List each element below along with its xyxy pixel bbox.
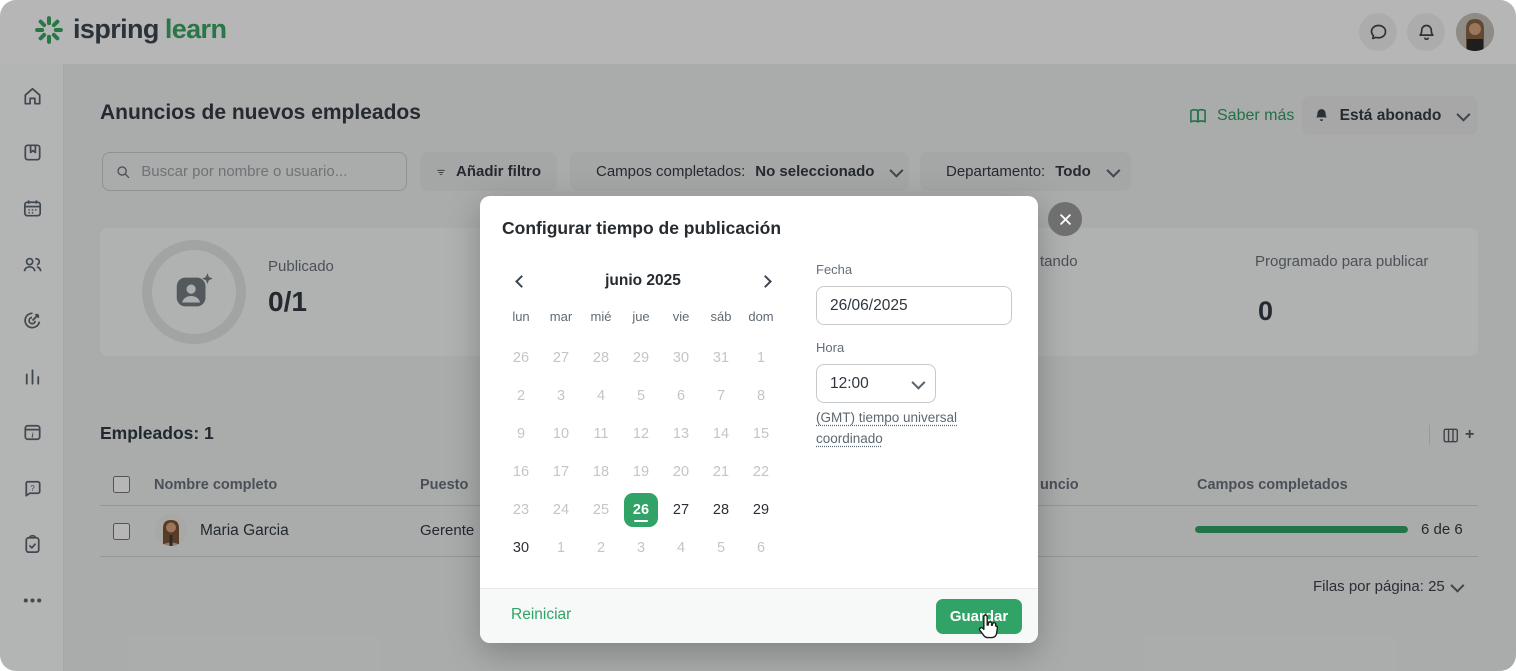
- time-field-label: Hora: [816, 340, 844, 355]
- weekday-label: dom: [741, 302, 781, 330]
- calendar-day[interactable]: 3: [621, 529, 661, 567]
- calendar-day[interactable]: 1: [541, 529, 581, 567]
- calendar-day[interactable]: 26: [501, 339, 541, 377]
- publish-time-modal: Configurar tiempo de publicación junio 2…: [480, 196, 1038, 643]
- calendar-day[interactable]: 6: [741, 529, 781, 567]
- calendar-day[interactable]: 29: [741, 491, 781, 529]
- calendar-day[interactable]: 17: [541, 453, 581, 491]
- reset-link[interactable]: Reiniciar: [511, 606, 571, 624]
- chevron-right-icon: [759, 275, 772, 288]
- selected-day-underline: [634, 520, 648, 522]
- calendar-day[interactable]: 29: [621, 339, 661, 377]
- calendar-day[interactable]: 1: [741, 339, 781, 377]
- calendar-day[interactable]: 4: [581, 377, 621, 415]
- calendar-weekdays: lunmarmiéjueviesábdom: [501, 302, 781, 330]
- calendar-day[interactable]: 2: [581, 529, 621, 567]
- calendar-day[interactable]: 15: [741, 415, 781, 453]
- calendar-day[interactable]: 14: [701, 415, 741, 453]
- calendar-day[interactable]: 30: [501, 529, 541, 567]
- calendar-day[interactable]: 13: [661, 415, 701, 453]
- weekday-label: lun: [501, 302, 541, 330]
- timezone-link[interactable]: (GMT) tiempo universal coordinado: [816, 408, 961, 450]
- modal-footer: Reiniciar Guardar: [480, 588, 1038, 643]
- calendar-day[interactable]: 12: [621, 415, 661, 453]
- calendar-day[interactable]: 24: [541, 491, 581, 529]
- calendar-day[interactable]: 10: [541, 415, 581, 453]
- calendar-day[interactable]: 18: [581, 453, 621, 491]
- date-field-label: Fecha: [816, 262, 852, 277]
- calendar-day[interactable]: 9: [501, 415, 541, 453]
- calendar-day[interactable]: 2: [501, 377, 541, 415]
- calendar-day[interactable]: 23: [501, 491, 541, 529]
- calendar-day[interactable]: 20: [661, 453, 701, 491]
- weekday-label: sáb: [701, 302, 741, 330]
- calendar-day[interactable]: 6: [661, 377, 701, 415]
- calendar-day[interactable]: 11: [581, 415, 621, 453]
- weekday-label: mar: [541, 302, 581, 330]
- calendar-day[interactable]: 8: [741, 377, 781, 415]
- calendar-month-label: junio 2025: [520, 272, 766, 290]
- modal-close-button[interactable]: [1048, 202, 1082, 236]
- date-input[interactable]: [816, 286, 1012, 325]
- weekday-label: vie: [661, 302, 701, 330]
- calendar-next-month-button[interactable]: [754, 270, 776, 292]
- weekday-label: mié: [581, 302, 621, 330]
- modal-title: Configurar tiempo de publicación: [502, 218, 781, 239]
- calendar-day[interactable]: 16: [501, 453, 541, 491]
- time-select[interactable]: 12:00: [816, 364, 936, 403]
- calendar-day[interactable]: 28: [581, 339, 621, 377]
- calendar-day[interactable]: 5: [701, 529, 741, 567]
- close-icon: [1058, 212, 1073, 227]
- calendar-day[interactable]: 26: [621, 491, 661, 529]
- calendar-day[interactable]: 19: [621, 453, 661, 491]
- calendar-day[interactable]: 27: [541, 339, 581, 377]
- calendar-day[interactable]: 7: [701, 377, 741, 415]
- calendar-day[interactable]: 25: [581, 491, 621, 529]
- calendar-day[interactable]: 5: [621, 377, 661, 415]
- calendar-grid: 2627282930311234567891011121314151617181…: [501, 339, 781, 567]
- app-window: ispring learn: [0, 0, 1516, 671]
- weekday-label: jue: [621, 302, 661, 330]
- calendar-day[interactable]: 22: [741, 453, 781, 491]
- save-button[interactable]: Guardar: [936, 599, 1022, 634]
- calendar-day[interactable]: 21: [701, 453, 741, 491]
- time-select-value: 12:00: [830, 375, 869, 393]
- chevron-down-icon: [911, 375, 925, 389]
- calendar-day[interactable]: 3: [541, 377, 581, 415]
- calendar-day[interactable]: 27: [661, 491, 701, 529]
- calendar-day[interactable]: 28: [701, 491, 741, 529]
- calendar-day[interactable]: 30: [661, 339, 701, 377]
- calendar-day[interactable]: 4: [661, 529, 701, 567]
- calendar-day[interactable]: 31: [701, 339, 741, 377]
